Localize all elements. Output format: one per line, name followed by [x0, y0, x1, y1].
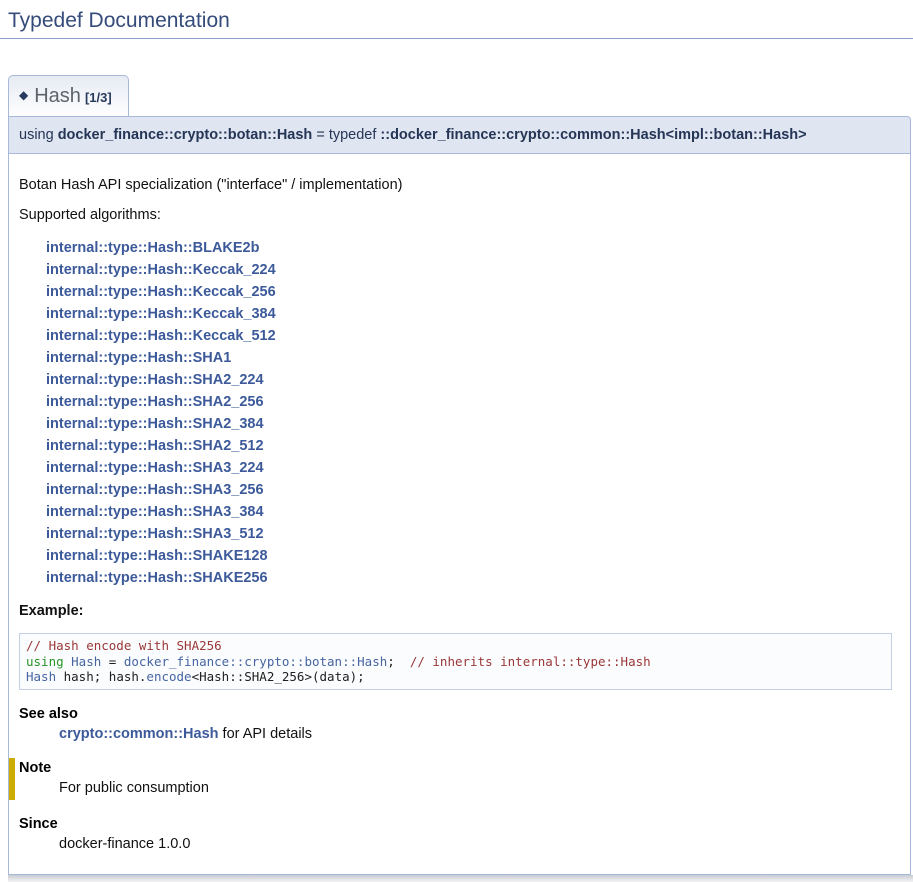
member-index: [1/3]	[85, 90, 112, 105]
algorithm-link[interactable]: internal::type::Hash::SHA3_512	[19, 523, 900, 545]
note-label: Note	[19, 760, 900, 776]
algorithm-link[interactable]: internal::type::Hash::Keccak_224	[19, 259, 900, 281]
since-text: docker-finance 1.0.0	[59, 836, 900, 852]
see-also-section: See also crypto::common::Hash for API de…	[19, 706, 900, 742]
algorithm-link[interactable]: internal::type::Hash::SHAKE256	[19, 567, 900, 589]
algorithm-link[interactable]: internal::type::Hash::BLAKE2b	[19, 237, 900, 259]
code-link[interactable]: Hash	[26, 669, 56, 684]
since-section: Since docker-finance 1.0.0	[19, 816, 900, 852]
member-item: ◆Hash[1/3] using docker_finance::crypto:…	[8, 75, 911, 875]
code-link[interactable]: Hash	[71, 654, 101, 669]
code-plain: ;	[387, 654, 410, 669]
see-also-label: See also	[19, 706, 900, 722]
see-also-text: for API details	[219, 726, 313, 742]
member-declaration: using docker_finance::crypto::botan::Has…	[8, 116, 911, 154]
bottom-shadow	[8, 875, 913, 882]
algorithm-link[interactable]: internal::type::Hash::SHAKE128	[19, 545, 900, 567]
permalink-diamond-icon[interactable]: ◆	[19, 88, 28, 102]
algorithm-link[interactable]: internal::type::Hash::SHA2_384	[19, 413, 900, 435]
algorithm-link[interactable]: internal::type::Hash::SHA3_384	[19, 501, 900, 523]
algorithm-link[interactable]: internal::type::Hash::SHA2_256	[19, 391, 900, 413]
code-comment: // Hash encode with SHA256	[26, 638, 222, 653]
declaration-prefix: using	[19, 127, 58, 143]
algorithm-link[interactable]: internal::type::Hash::Keccak_256	[19, 281, 900, 303]
algorithm-link[interactable]: internal::type::Hash::Keccak_384	[19, 303, 900, 325]
algorithm-link[interactable]: internal::type::Hash::SHA3_256	[19, 479, 900, 501]
declaration-name: docker_finance::crypto::botan::Hash	[58, 127, 313, 143]
code-link[interactable]: docker_finance::crypto::botan::Hash	[124, 654, 387, 669]
page-title: Typedef Documentation	[0, 0, 913, 39]
code-line: using Hash = docker_finance::crypto::bot…	[26, 654, 885, 670]
member-tab: ◆ Hash [1/3]	[8, 75, 129, 116]
member-documentation: Botan Hash API specialization ("interfac…	[8, 154, 911, 875]
note-text: For public consumption	[59, 780, 900, 796]
code-plain: =	[101, 654, 124, 669]
example-label: Example:	[19, 603, 900, 619]
algorithm-list: internal::type::Hash::BLAKE2binternal::t…	[19, 237, 900, 589]
code-link[interactable]: encode	[146, 669, 191, 684]
algorithm-link[interactable]: internal::type::Hash::SHA1	[19, 347, 900, 369]
algorithm-link[interactable]: internal::type::Hash::SHA2_512	[19, 435, 900, 457]
see-also-body: crypto::common::Hash for API details	[59, 726, 900, 742]
algorithm-link[interactable]: internal::type::Hash::SHA3_224	[19, 457, 900, 479]
code-comment: // inherits internal::type::Hash	[410, 654, 651, 669]
declaration-middle: = typedef	[312, 127, 380, 143]
algorithms-label: Supported algorithms:	[19, 207, 900, 223]
code-line: // Hash encode with SHA256	[26, 638, 885, 654]
code-plain: hash; hash.	[56, 669, 146, 684]
member-name: Hash	[34, 85, 81, 107]
since-label: Since	[19, 816, 900, 832]
algorithm-link[interactable]: internal::type::Hash::SHA2_224	[19, 369, 900, 391]
declaration-type: ::docker_finance::crypto::common::Hash<i…	[380, 127, 806, 143]
algorithm-link[interactable]: internal::type::Hash::Keccak_512	[19, 325, 900, 347]
code-line: Hash hash; hash.encode<Hash::SHA2_256>(d…	[26, 669, 885, 685]
note-section: Note For public consumption	[9, 758, 900, 800]
intro-paragraph: Botan Hash API specialization ("interfac…	[19, 177, 900, 193]
code-plain: <Hash::SHA2_256>(data);	[192, 669, 365, 684]
code-fragment: // Hash encode with SHA256using Hash = d…	[19, 633, 892, 690]
see-also-link[interactable]: crypto::common::Hash	[59, 726, 219, 742]
code-keyword: using	[26, 654, 71, 669]
